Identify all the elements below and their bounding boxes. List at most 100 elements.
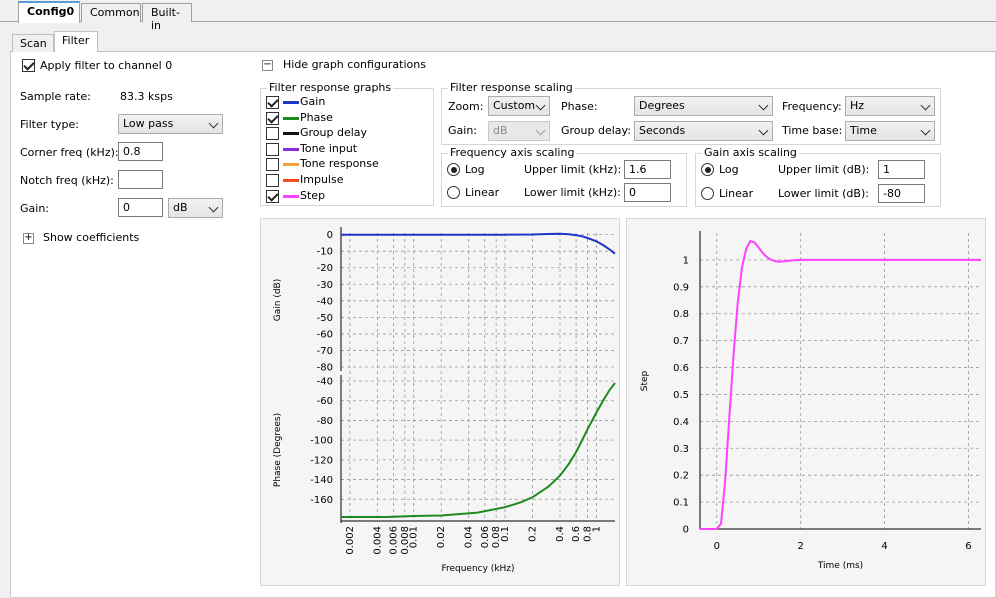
freq-upper-input[interactable]: 1.6: [624, 160, 671, 179]
frequency-units-value: Hz: [850, 99, 865, 112]
x-tick-label: 0.002: [345, 526, 356, 555]
gain-units-value: dB: [493, 124, 508, 137]
freq-lower-input[interactable]: 0: [624, 183, 671, 202]
zoom-label: Zoom:: [448, 100, 484, 113]
graph-checkbox-group-delay[interactable]: [266, 127, 279, 141]
frequency-units-select[interactable]: Hz: [845, 96, 935, 116]
response-scaling-title: Filter response scaling: [448, 81, 575, 94]
x-tick-label: 6: [965, 541, 971, 552]
show-coefficients-label[interactable]: Show coefficients: [43, 231, 139, 244]
tab-config0[interactable]: Config0: [18, 1, 80, 23]
x-tick-label: 0.6: [571, 526, 582, 542]
series-gain-line: [341, 232, 616, 255]
gain-lower-input[interactable]: -80: [878, 184, 925, 203]
graph-checkbox-gain[interactable]: [266, 96, 279, 109]
gain-input[interactable]: 0: [118, 198, 163, 217]
time-base-label: Time base:: [782, 124, 843, 137]
gain-linear-radio[interactable]: [701, 187, 714, 200]
corner-freq-input[interactable]: 0.8: [118, 142, 163, 161]
freq-log-label: Log: [465, 163, 485, 176]
x-tick-label: 0.02: [436, 526, 447, 548]
gain-lower-label: Lower limit (dB):: [778, 187, 869, 200]
chevron-down-icon: [758, 125, 769, 136]
notch-freq-label: Notch freq (kHz):: [20, 174, 114, 187]
group-delay-units-label: Group delay:: [561, 124, 631, 137]
y-tick-label: -70: [317, 346, 333, 357]
freq-linear-radio[interactable]: [447, 186, 460, 199]
y-tick-label: -80: [317, 416, 333, 427]
notch-freq-input[interactable]: [118, 170, 163, 189]
legend-swatch: [283, 147, 299, 151]
y-tick-label: 0: [327, 230, 333, 241]
y-tick-label: -80: [317, 363, 333, 374]
y-tick-label: -10: [317, 247, 333, 258]
frequency-units-label: Frequency:: [782, 100, 842, 113]
frequency-response-plot: 0.002 0.004 0.006 0.008 0.01 0.02 0.04 0.06 0.08…: [260, 218, 620, 586]
graph-item-label: Gain: [300, 95, 326, 108]
chevron-down-icon: [920, 100, 931, 111]
time-base-select[interactable]: Time: [845, 121, 935, 141]
y-tick-label: 0.6: [673, 363, 689, 374]
filter-type-value: Low pass: [123, 117, 174, 130]
graph-checkbox-impulse[interactable]: [266, 174, 279, 187]
gain-linear-label: Linear: [719, 187, 754, 200]
y-tick-label: 0.1: [673, 498, 689, 509]
response-graphs-title: Filter response graphs: [267, 81, 394, 94]
graph-item-label: Phase: [300, 110, 333, 124]
config-tab-strip: Config0 Common Built-in: [0, 0, 996, 32]
graph-checkbox-tone-input[interactable]: [266, 142, 279, 156]
collapse-icon[interactable]: −: [262, 60, 273, 71]
phase-units-select[interactable]: Degrees: [634, 96, 773, 116]
y-tick-label: 0: [683, 525, 689, 536]
y-tick-label: 0.4: [673, 417, 689, 428]
legend-swatch: [283, 132, 299, 136]
graph-checkbox-tone-response[interactable]: [266, 158, 279, 172]
chevron-down-icon: [208, 118, 219, 129]
sub-tab-strip: Scan Filter: [10, 30, 996, 53]
tab-built-in[interactable]: Built-in: [142, 3, 192, 32]
group-delay-units-value: Seconds: [639, 124, 686, 137]
x-tick-label: 0.2: [528, 526, 539, 542]
apply-filter-checkbox[interactable]: [22, 59, 35, 72]
gain-unit-select[interactable]: dB: [168, 198, 223, 218]
gain-units-select[interactable]: dB: [488, 121, 550, 141]
zoom-select[interactable]: Custom: [488, 96, 550, 116]
freq-log-radio[interactable]: [447, 163, 460, 176]
sample-rate-value: 83.3 ksps: [120, 90, 173, 103]
series-phase-line: [341, 382, 616, 518]
expand-icon[interactable]: +: [23, 233, 34, 244]
chevron-down-icon: [535, 100, 546, 111]
y-tick-label: -40: [317, 296, 333, 307]
legend-swatch: [283, 163, 299, 167]
graph-item-label: Step: [300, 188, 326, 202]
filter-type-select[interactable]: Low pass: [118, 114, 223, 134]
x-tick-label: 4: [881, 541, 887, 552]
y-tick-label: -60: [317, 396, 333, 407]
y-tick-label: -160: [310, 495, 333, 506]
x-tick-label: 0: [714, 541, 720, 552]
graph-checkbox-step[interactable]: [266, 189, 279, 203]
step-response-svg: 0 2 4 6 0 0.1 0.2 0.3 0.4 0.5 0.6 0.7 0.8 0.9 1 Step Tim…: [640, 231, 981, 571]
group-delay-units-select[interactable]: Seconds: [634, 121, 773, 141]
chevron-down-icon: [920, 125, 931, 136]
y-tick-label: -30: [317, 280, 333, 291]
graph-item-label: Impulse: [300, 173, 344, 186]
tab-filter[interactable]: Filter: [54, 31, 98, 53]
hide-graph-config-label[interactable]: Hide graph configurations: [283, 58, 426, 71]
y-tick-label: -140: [310, 475, 333, 486]
x-axis-label: Frequency (kHz): [441, 564, 514, 574]
x-tick-label: 2: [797, 541, 803, 552]
gain-log-radio[interactable]: [701, 163, 714, 176]
tab-scan[interactable]: Scan: [12, 34, 54, 53]
x-tick-label: 0.1: [500, 526, 511, 542]
graph-item-label: Tone response: [300, 157, 379, 171]
y-tick-label: -100: [310, 436, 333, 447]
chevron-down-icon: [535, 125, 546, 136]
phase-units-label: Phase:: [561, 100, 598, 113]
graph-checkbox-phase[interactable]: [266, 111, 279, 125]
y-tick-label: 0.3: [673, 444, 689, 455]
tab-common[interactable]: Common: [81, 3, 141, 22]
y-tick-label: 0.5: [673, 390, 689, 401]
gain-upper-input[interactable]: 1: [878, 160, 925, 179]
y-tick-label: 0.8: [673, 309, 689, 320]
